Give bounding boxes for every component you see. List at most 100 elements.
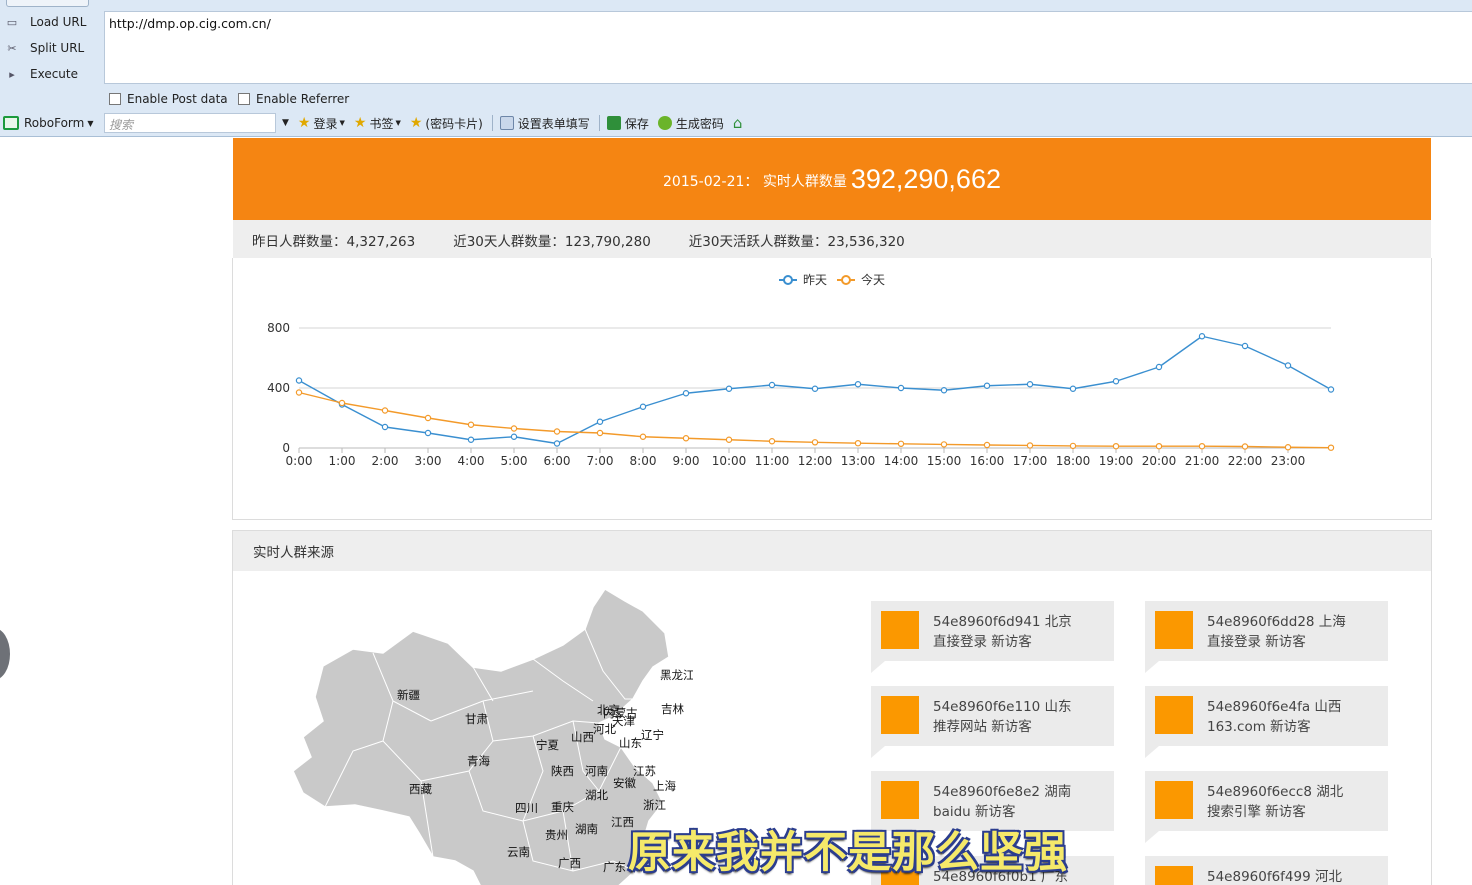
province-label[interactable]: 上海 [653,779,676,793]
data-point[interactable] [553,440,561,447]
data-point[interactable] [940,387,948,394]
data-point[interactable] [1284,362,1292,369]
data-point[interactable] [1198,333,1206,340]
data-point[interactable] [768,438,776,445]
province-label[interactable]: 山西 [571,730,594,744]
visitor-card[interactable]: 54e8960f6f499 河北 [1145,856,1388,885]
data-point[interactable] [381,407,389,414]
search-input[interactable]: 搜索 [104,113,276,133]
data-point[interactable] [983,441,991,449]
visitor-card[interactable]: 54e8960f6ecc8 湖北 搜索引擎 新访客 [1145,771,1388,843]
roboform-menu[interactable]: RoboForm ▼ [0,113,93,133]
data-point[interactable] [682,435,690,442]
province-label[interactable]: 山东 [619,736,642,750]
visitor-card[interactable]: 54e8960f6dd28 上海 直接登录 新访客 [1145,601,1388,673]
checkbox-box[interactable] [238,93,250,105]
home-icon[interactable]: ⌂ [733,114,743,132]
province-label[interactable]: 宁夏 [536,738,559,752]
checkbox-box[interactable] [109,93,121,105]
save-button[interactable]: 保存 [606,115,649,132]
enable-post-checkbox[interactable]: Enable Post data [109,91,228,107]
data-point[interactable] [768,381,776,389]
data-point[interactable] [639,403,647,410]
data-point[interactable] [897,440,905,447]
data-point[interactable] [983,382,991,389]
url-textarea[interactable]: http://dmp.op.cig.com.cn/ [104,11,1472,84]
data-point[interactable] [1112,378,1120,385]
data-point[interactable] [811,439,819,446]
visitor-card[interactable]: 54e8960f6e110 山东 推荐网站 新访客 [871,686,1114,758]
data-point[interactable] [467,421,475,428]
data-point[interactable] [424,414,432,422]
data-point[interactable] [1026,381,1034,388]
data-point[interactable] [1241,443,1249,450]
data-point[interactable] [424,429,432,437]
china-map-outline[interactable] [292,587,670,885]
data-point[interactable] [854,439,862,447]
province-label[interactable]: 浙江 [643,798,666,812]
data-point[interactable] [1327,386,1335,393]
data-point[interactable] [1155,363,1163,371]
province-label[interactable]: 湖北 [585,788,608,802]
data-point[interactable] [1069,385,1077,392]
data-point[interactable] [1069,442,1077,450]
province-label[interactable]: 云南 [507,845,530,859]
province-label[interactable]: 青海 [467,754,490,768]
province-label[interactable]: 西藏 [409,782,432,796]
province-label[interactable]: 广东 [603,860,626,874]
data-point[interactable] [725,385,733,392]
province-label[interactable]: 重庆 [551,800,574,814]
data-point[interactable] [897,384,905,392]
form-fill-button[interactable]: 设置表单填写 [499,115,590,132]
china-map[interactable]: 黑龙江吉林辽宁内蒙古新疆甘肃北京天津河北宁夏山西 山东青海陕西 河南 江苏上海安徽西藏… [233,571,693,885]
generate-password-button[interactable]: 生成密码 [657,115,724,132]
province-label[interactable]: 贵州 [545,828,568,842]
data-point[interactable] [338,399,346,407]
data-point[interactable] [940,441,948,448]
data-point[interactable] [510,425,518,432]
data-point[interactable] [1284,444,1292,451]
legend-item[interactable]: 昨天 [779,273,827,287]
data-point[interactable] [553,428,561,435]
split-url-button[interactable]: ✂ Split URL [0,36,100,60]
province-label[interactable]: 广西 [558,856,581,870]
province-label[interactable]: 黑龙江 [660,668,693,682]
login-button[interactable]: ★ 登录 ▼ [298,115,345,132]
data-point[interactable] [1241,342,1249,350]
data-point[interactable] [1112,442,1120,450]
data-point[interactable] [682,390,690,397]
data-point[interactable] [1155,442,1163,450]
enable-referrer-checkbox[interactable]: Enable Referrer [238,91,349,107]
legend-item[interactable]: 今天 [837,272,885,287]
data-point[interactable] [1026,442,1034,449]
data-point[interactable] [1327,444,1335,451]
load-url-button[interactable]: ▭ Load URL [0,10,100,34]
search-dropdown-icon[interactable]: ▼ [282,118,289,128]
visitor-card[interactable]: 54e8960f6e4fa 山西 163.com 新访客 [1145,686,1388,758]
data-point[interactable] [295,389,303,396]
bookmarks-button[interactable]: ★ 书签 ▼ [354,115,401,132]
province-label[interactable]: 河北 [593,722,616,736]
province-label[interactable]: 河南 [585,764,608,778]
data-point[interactable] [381,423,389,431]
province-label[interactable]: 江苏 [633,764,656,778]
province-label[interactable]: 吉林 [661,702,684,716]
province-label[interactable]: 辽宁 [641,728,664,742]
data-point[interactable] [639,433,647,440]
province-label[interactable]: 四川 [515,801,538,815]
data-point[interactable] [811,385,819,392]
province-label[interactable]: 安徽 [613,776,636,790]
data-point[interactable] [596,418,604,425]
visitor-card[interactable]: 54e8960f6d941 北京 直接登录 新访客 [871,601,1114,673]
execute-button[interactable]: ▸ Execute [0,62,100,86]
data-point[interactable] [596,429,604,437]
province-label[interactable]: 甘肃 [465,712,488,726]
province-label[interactable]: 陕西 [551,764,574,778]
data-point[interactable] [1198,442,1206,450]
data-point[interactable] [854,381,862,388]
data-point[interactable] [467,436,475,443]
data-point[interactable] [295,377,303,384]
data-point[interactable] [510,433,518,440]
sidebar-toggle-handle[interactable] [0,628,10,680]
top-tab-button[interactable] [6,0,89,7]
